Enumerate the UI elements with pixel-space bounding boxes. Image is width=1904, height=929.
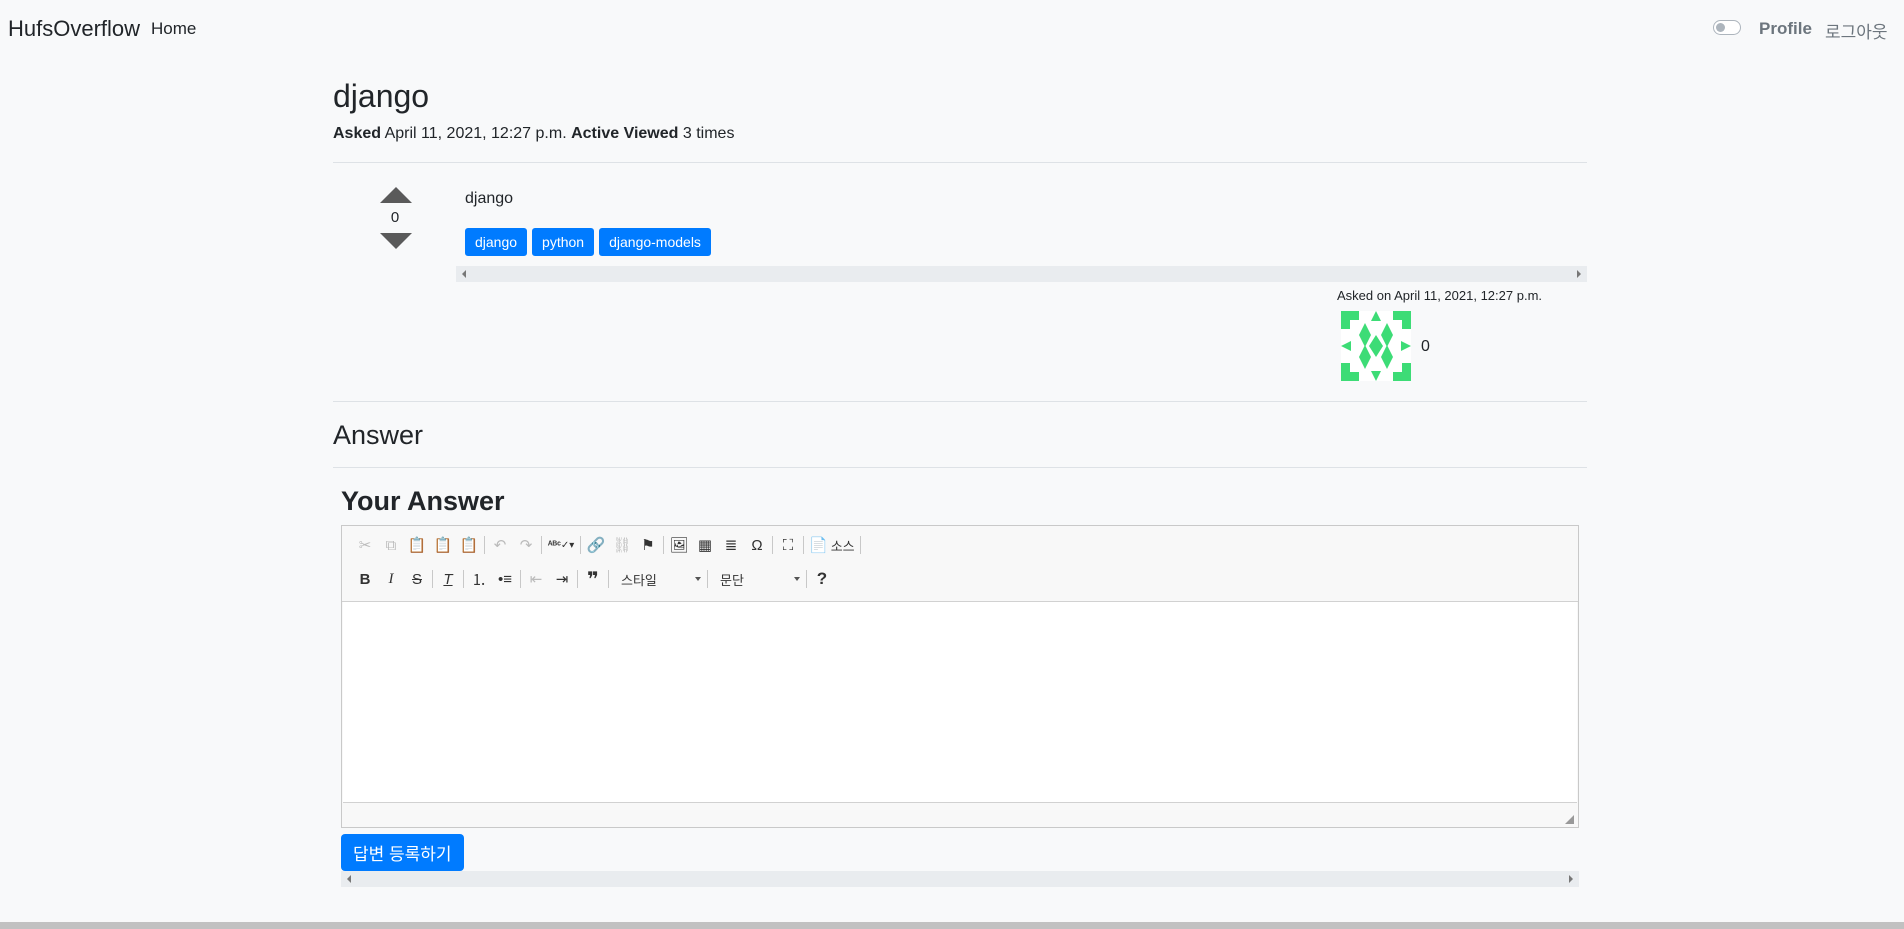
navbar: HufsOverflow Home Profile 로그아웃 [0, 0, 1904, 58]
avatar[interactable] [1341, 311, 1411, 381]
chevron-down-icon [695, 577, 701, 581]
asked-date: April 11, 2021, 12:27 p.m. [384, 125, 567, 142]
nav-logout-link[interactable]: 로그아웃 [1825, 18, 1888, 43]
undo-icon[interactable]: ↶ [487, 533, 513, 557]
viewed-value: 3 times [682, 125, 735, 142]
answer-horizontal-scrollbar[interactable] [341, 871, 1579, 887]
toolbar-separator [772, 536, 773, 554]
page-horizontal-scrollbar[interactable] [0, 922, 1904, 929]
toolbar-separator [580, 536, 581, 554]
divider [333, 401, 1587, 402]
anchor-flag-icon[interactable]: ⚑ [635, 533, 661, 557]
scroll-right-icon[interactable] [1569, 875, 1573, 883]
toolbar-separator [541, 536, 542, 554]
spellcheck-icon[interactable]: ᴬᴮᶜ✓▾ [544, 533, 578, 557]
help-icon[interactable]: ? [809, 567, 835, 591]
blockquote-icon[interactable]: ❞ [580, 567, 606, 591]
copy-icon[interactable]: ⧉ [378, 533, 404, 557]
question-title: django [333, 78, 430, 114]
brand-link[interactable]: HufsOverflow [8, 16, 140, 42]
toolbar-separator [484, 536, 485, 554]
editor-toolbar: ✂ ⧉ 📋 📋 📋 ↶ ↷ ᴬᴮᶜ✓▾ 🔗 ⛓ ⚑ 🖼 ▦ ≣ Ω ⛶ 📄 소스… [342, 526, 1578, 602]
editor-content-area[interactable] [343, 602, 1577, 803]
format-dropdown-label: 문단 [720, 572, 744, 588]
horizontal-rule-icon[interactable]: ≣ [718, 533, 744, 557]
author-reputation: 0 [1421, 338, 1430, 355]
tag-badge[interactable]: django-models [599, 228, 711, 256]
question-meta: Asked April 11, 2021, 12:27 p.m. Active … [333, 125, 734, 143]
toolbar-separator [803, 536, 804, 554]
tag-list: django python django-models [465, 228, 711, 256]
your-answer-heading: Your Answer [341, 486, 505, 516]
question-body: django [465, 190, 514, 207]
toolbar-separator [707, 570, 708, 588]
toolbar-separator [432, 570, 433, 588]
paste-word-icon[interactable]: 📋 [456, 533, 482, 557]
table-icon[interactable]: ▦ [692, 533, 718, 557]
divider [333, 467, 1587, 468]
toolbar-row: B I S T ⒈ •≡ ⇤ ⇥ ❞ 스타일 문단 ? [352, 566, 835, 592]
italic-icon[interactable]: I [378, 567, 404, 591]
special-char-icon[interactable]: Ω [744, 533, 770, 557]
dark-mode-toggle[interactable] [1713, 20, 1741, 35]
format-dropdown[interactable]: 문단 [710, 568, 804, 590]
nav-home-link[interactable]: Home [151, 19, 196, 39]
nav-profile-link[interactable]: Profile [1759, 19, 1812, 39]
upvote-arrow-icon[interactable] [380, 187, 412, 203]
paste-text-icon[interactable]: 📋 [430, 533, 456, 557]
style-dropdown-label: 스타일 [621, 572, 657, 588]
outdent-icon[interactable]: ⇤ [523, 567, 549, 591]
maximize-icon[interactable]: ⛶ [775, 533, 801, 557]
style-dropdown[interactable]: 스타일 [611, 568, 705, 590]
question-horizontal-scrollbar[interactable] [456, 266, 1587, 282]
downvote-arrow-icon[interactable] [380, 233, 412, 249]
cut-icon[interactable]: ✂ [352, 533, 378, 557]
toolbar-separator [806, 570, 807, 588]
toolbar-separator [608, 570, 609, 588]
toolbar-separator [859, 536, 861, 554]
active-label: Active [571, 125, 620, 142]
toolbar-separator [663, 536, 664, 554]
source-label: 소스 [830, 538, 855, 554]
bulleted-list-icon[interactable]: •≡ [492, 567, 518, 591]
unlink-icon[interactable]: ⛓ [609, 533, 635, 557]
chevron-down-icon [794, 577, 800, 581]
bold-icon[interactable]: B [352, 567, 378, 591]
source-icon: 📄 [809, 537, 828, 554]
resize-handle-icon[interactable] [1565, 815, 1574, 824]
indent-icon[interactable]: ⇥ [549, 567, 575, 591]
remove-format-icon[interactable]: T [435, 567, 461, 591]
submit-answer-button[interactable]: 답변 등록하기 [341, 834, 464, 871]
answers-heading: Answer [333, 420, 424, 450]
toolbar-row: ✂ ⧉ 📋 📋 📋 ↶ ↷ ᴬᴮᶜ✓▾ 🔗 ⛓ ⚑ 🖼 ▦ ≣ Ω ⛶ 📄 소스 [352, 532, 863, 558]
image-icon[interactable]: 🖼 [666, 533, 692, 557]
link-icon[interactable]: 🔗 [583, 533, 609, 557]
vote-count: 0 [390, 209, 400, 226]
toolbar-separator [463, 570, 464, 588]
scroll-left-icon[interactable] [462, 270, 466, 278]
numbered-list-icon[interactable]: ⒈ [466, 567, 492, 591]
toolbar-separator [577, 570, 578, 588]
scroll-right-icon[interactable] [1577, 270, 1581, 278]
toolbar-separator [520, 570, 521, 588]
tag-badge[interactable]: python [532, 228, 595, 256]
asked-on-text: Asked on April 11, 2021, 12:27 p.m. [1337, 288, 1543, 303]
paste-icon[interactable]: 📋 [404, 533, 430, 557]
tag-badge[interactable]: django [465, 228, 528, 256]
redo-icon[interactable]: ↷ [513, 533, 539, 557]
divider [333, 162, 1587, 163]
strikethrough-icon[interactable]: S [404, 567, 430, 591]
viewed-label: Viewed [623, 125, 679, 142]
scroll-left-icon[interactable] [347, 875, 351, 883]
source-button[interactable]: 📄 소스 [806, 533, 858, 557]
identicon-icon [1341, 311, 1411, 381]
asked-label: Asked [333, 125, 382, 142]
rich-text-editor: ✂ ⧉ 📋 📋 📋 ↶ ↷ ᴬᴮᶜ✓▾ 🔗 ⛓ ⚑ 🖼 ▦ ≣ Ω ⛶ 📄 소스… [341, 525, 1579, 828]
